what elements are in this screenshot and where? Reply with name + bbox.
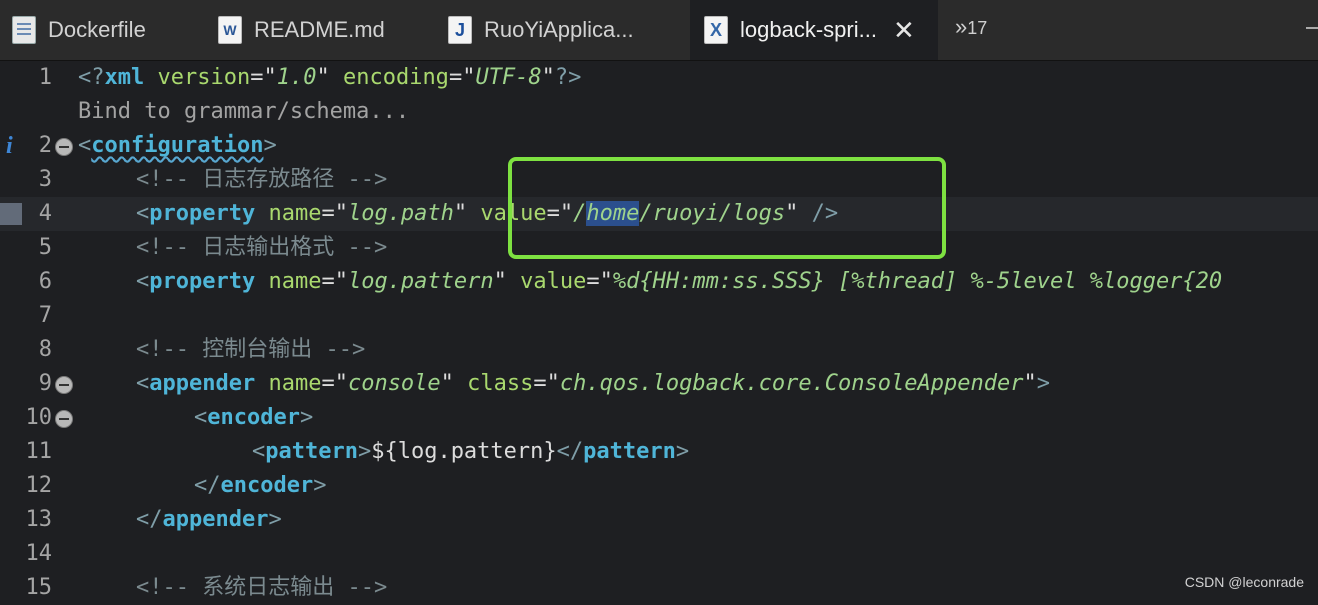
overflow-count: 17 xyxy=(967,18,988,38)
double-chevron-icon: » xyxy=(955,14,968,39)
xml-file-icon: X xyxy=(704,16,728,44)
line-number: 8 xyxy=(38,337,52,362)
java-file-icon: J xyxy=(448,16,472,44)
code-line: 3 <!-- 日志存放路径 --> xyxy=(0,163,1318,197)
line-number: 9 xyxy=(38,371,52,396)
line-number: 14 xyxy=(25,541,53,566)
line-number: 15 xyxy=(25,575,53,600)
code-text: <pattern>${log.pattern}</pattern> xyxy=(252,439,690,464)
code-text: <property name="log.pattern" value="%d{H… xyxy=(136,269,1223,294)
line-number: 13 xyxy=(25,507,53,532)
code-text: <?xml version="1.0" encoding="UTF-8"?> xyxy=(78,65,582,90)
tab-overflow-button[interactable]: »17 xyxy=(955,14,987,40)
line-number: 1 xyxy=(38,65,52,90)
fold-toggle-icon[interactable] xyxy=(55,410,73,428)
code-line: 1 <?xml version="1.0" encoding="UTF-8"?> xyxy=(0,61,1318,95)
code-line: i 2 <configuration> xyxy=(0,129,1318,163)
code-text: </appender> xyxy=(136,507,282,532)
grammar-hint-line[interactable]: Bind to grammar/schema... xyxy=(0,95,1318,129)
tab-readme[interactable]: W README.md xyxy=(218,0,385,60)
selected-text: home xyxy=(586,201,640,226)
code-line: 12 </encoder> xyxy=(0,469,1318,503)
code-line: 15 <!-- 系统日志输出 --> xyxy=(0,571,1318,605)
info-icon[interactable]: i xyxy=(6,129,13,163)
code-line: 10 <encoder> xyxy=(0,401,1318,435)
tab-dockerfile[interactable]: Dockerfile xyxy=(12,0,146,60)
code-editor[interactable]: 1 <?xml version="1.0" encoding="UTF-8"?>… xyxy=(0,61,1318,600)
line-number: 2 xyxy=(38,133,52,158)
word-document-icon: W xyxy=(218,16,242,44)
code-comment: <!-- 日志输出格式 --> xyxy=(136,235,388,260)
line-number: 10 xyxy=(25,405,53,430)
code-text: <encoder> xyxy=(194,405,314,430)
line-number: 11 xyxy=(25,439,53,464)
code-line: 8 <!-- 控制台输出 --> xyxy=(0,333,1318,367)
fold-toggle-icon[interactable] xyxy=(55,138,73,156)
tab-label: Dockerfile xyxy=(48,17,146,42)
code-line: 9 <appender name="console" class="ch.qos… xyxy=(0,367,1318,401)
tab-label: logback-spri... xyxy=(740,17,877,42)
line-number: 7 xyxy=(38,303,52,328)
fold-toggle-icon[interactable] xyxy=(55,376,73,394)
bind-grammar-hint[interactable]: Bind to grammar/schema... xyxy=(78,95,409,129)
tab-ruoyi-application[interactable]: J RuoYiApplica... xyxy=(448,0,634,60)
line-number: 4 xyxy=(38,201,52,226)
change-marker-icon xyxy=(0,203,22,225)
code-line: 7 xyxy=(0,299,1318,333)
tab-label: RuoYiApplica... xyxy=(484,17,634,42)
watermark: CSDN @leconrade xyxy=(1184,574,1304,590)
line-number: 5 xyxy=(38,235,52,260)
minimize-icon[interactable] xyxy=(1306,27,1318,29)
code-text: <appender name="console" class="ch.qos.l… xyxy=(136,371,1050,396)
code-comment: <!-- 控制台输出 --> xyxy=(136,337,366,362)
line-number: 6 xyxy=(38,269,52,294)
line-number: 12 xyxy=(25,473,53,498)
editor-tab-bar: Dockerfile W README.md J RuoYiApplica...… xyxy=(0,0,1318,61)
code-line: 13 </appender> xyxy=(0,503,1318,537)
close-tab-icon[interactable]: ✕ xyxy=(893,15,915,46)
code-text: <property name="log.path" value="/home/r… xyxy=(136,201,839,226)
tab-logback-spring[interactable]: X logback-spri... ✕ xyxy=(690,0,938,60)
line-number: 3 xyxy=(38,167,52,192)
tab-label: README.md xyxy=(254,17,385,42)
code-line: 5 <!-- 日志输出格式 --> xyxy=(0,231,1318,265)
dockerfile-icon xyxy=(12,16,36,44)
code-line: 14 xyxy=(0,537,1318,571)
code-line: 6 <property name="log.pattern" value="%d… xyxy=(0,265,1318,299)
code-line-current: 4 <property name="log.path" value="/home… xyxy=(0,197,1318,231)
code-line: 11 <pattern>${log.pattern}</pattern> xyxy=(0,435,1318,469)
code-text: </encoder> xyxy=(194,473,327,498)
code-text: <configuration> xyxy=(78,133,277,158)
code-comment: <!-- 系统日志输出 --> xyxy=(136,575,388,600)
code-comment: <!-- 日志存放路径 --> xyxy=(136,167,388,192)
